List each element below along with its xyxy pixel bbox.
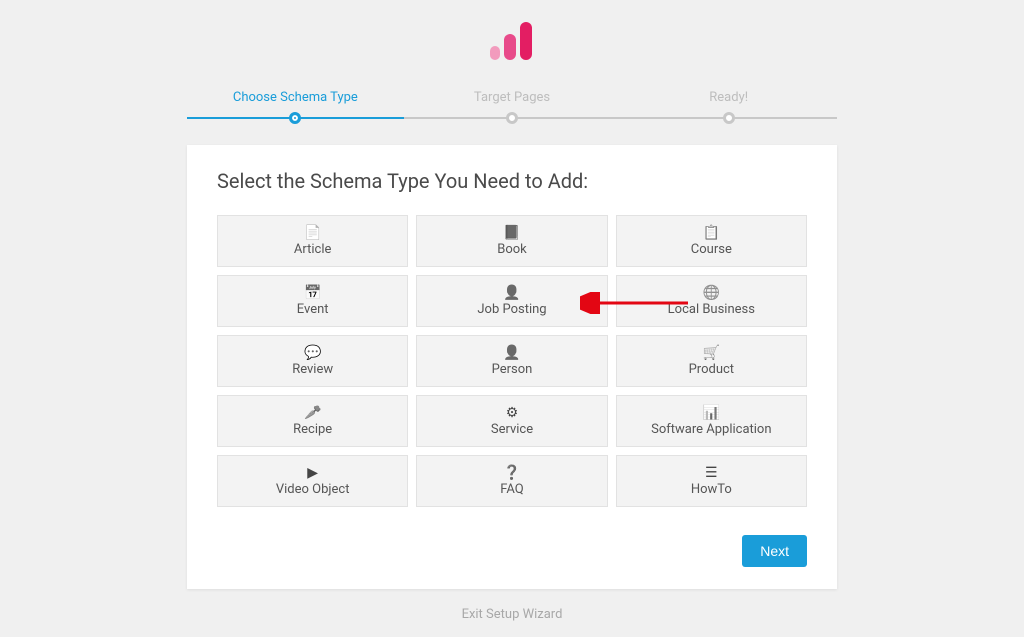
schema-type-label: Service — [491, 422, 533, 437]
schema-type-label: Video Object — [276, 482, 350, 497]
carrot-icon: 🥕 — [304, 406, 321, 420]
schema-type-label: FAQ — [500, 482, 523, 497]
bars-chart-icon — [490, 20, 534, 60]
schema-type-tile[interactable]: 💬 Review — [217, 335, 408, 387]
exit-setup-wizard-link[interactable]: Exit Setup Wizard — [0, 607, 1024, 622]
progress-step-label: Choose Schema Type — [187, 90, 404, 105]
progress-step-label: Target Pages — [404, 90, 621, 105]
next-button[interactable]: Next — [742, 535, 807, 567]
schema-type-tile[interactable]: 📊 Software Application — [616, 395, 807, 447]
schema-type-label: Person — [492, 362, 533, 377]
schema-type-tile[interactable]: ☰ HowTo — [616, 455, 807, 507]
schema-type-tile[interactable]: 📅 Event — [217, 275, 408, 327]
schema-type-tile[interactable]: 👤 Person — [416, 335, 607, 387]
schema-type-tile[interactable]: ⚙ Service — [416, 395, 607, 447]
progress-dot — [506, 112, 518, 124]
schema-type-label: Book — [497, 242, 527, 257]
schema-type-tile[interactable]: ▶ Video Object — [217, 455, 408, 507]
globe-icon: 🌐 — [703, 286, 720, 300]
schema-type-tile[interactable]: 📕 Book — [416, 215, 607, 267]
schema-type-tile[interactable]: ❓ FAQ — [416, 455, 607, 507]
dashboard-icon: 📊 — [703, 406, 720, 420]
schema-type-label: Product — [689, 362, 734, 377]
schema-type-label: Article — [294, 242, 331, 257]
brand-logo — [0, 0, 1024, 90]
schema-type-label: Software Application — [651, 422, 771, 437]
schema-type-grid: 📄 Article 📕 Book 📋 Course 📅 Event 👤 Job Posting 🌐 L… — [217, 215, 807, 507]
schema-type-label: Local Business — [668, 302, 755, 317]
schema-type-tile[interactable]: 👤 Job Posting — [416, 275, 607, 327]
schema-type-label: HowTo — [691, 482, 732, 497]
schema-type-tile[interactable]: 📄 Article — [217, 215, 408, 267]
schema-type-tile[interactable]: 📋 Course — [616, 215, 807, 267]
question-icon: ❓ — [503, 466, 520, 480]
schema-type-label: Job Posting — [477, 302, 546, 317]
wizard-progress: Choose Schema Type Target Pages Ready! — [187, 90, 837, 119]
schema-type-label: Event — [297, 302, 329, 317]
progress-bar — [187, 117, 837, 119]
schema-type-tile[interactable]: 🌐 Local Business — [616, 275, 807, 327]
file-icon: 📄 — [304, 226, 321, 240]
card-title: Select the Schema Type You Need to Add: — [217, 169, 807, 193]
gear-icon: ⚙ — [506, 406, 519, 420]
progress-dot — [289, 112, 301, 124]
play-icon: ▶ — [307, 466, 318, 480]
schema-type-label: Recipe — [293, 422, 332, 437]
wizard-card: Select the Schema Type You Need to Add: … — [187, 145, 837, 589]
user-icon: 👤 — [503, 346, 520, 360]
book-icon: 📕 — [503, 226, 520, 240]
schema-type-tile[interactable]: 🥕 Recipe — [217, 395, 408, 447]
user-plus-icon: 👤 — [503, 286, 520, 300]
schema-type-label: Course — [691, 242, 732, 257]
clipboard-icon: 📋 — [703, 226, 720, 240]
cart-icon: 🛒 — [703, 346, 720, 360]
schema-type-label: Review — [292, 362, 333, 377]
calendar-icon: 📅 — [304, 286, 321, 300]
schema-type-tile[interactable]: 🛒 Product — [616, 335, 807, 387]
progress-dot — [723, 112, 735, 124]
comment-icon: 💬 — [304, 346, 321, 360]
progress-step-label: Ready! — [620, 90, 837, 105]
list-icon: ☰ — [705, 466, 718, 480]
